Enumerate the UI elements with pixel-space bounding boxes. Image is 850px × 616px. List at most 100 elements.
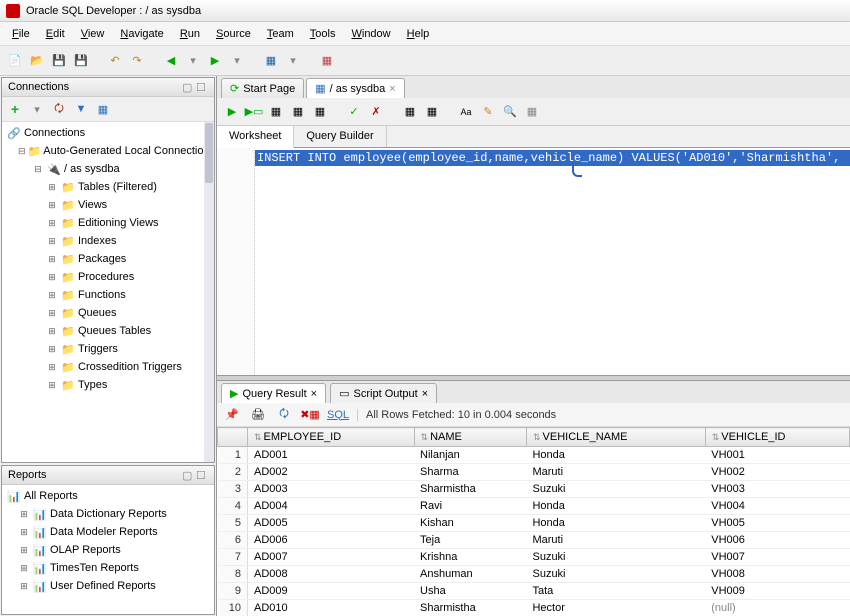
expand-icon[interactable]: ⊞ — [46, 200, 58, 211]
tab-connection[interactable]: ▦ / as sysdba × — [306, 78, 404, 98]
filter-icon[interactable]: ▼ — [72, 100, 90, 118]
result-grid[interactable]: ⇅EMPLOYEE_ID⇅NAME⇅VEHICLE_NAME⇅VEHICLE_I… — [217, 427, 850, 616]
menu-file[interactable]: File — [4, 25, 38, 43]
report-node[interactable]: ⊞📊User Defined Reports — [4, 577, 212, 595]
table-row[interactable]: 10AD010SharmisthaHector(null) — [218, 600, 850, 616]
pin-icon[interactable]: 📌 — [223, 406, 241, 424]
tree-node[interactable]: ⊞📁Types — [4, 376, 212, 394]
commit-icon[interactable]: ✓ — [345, 103, 363, 121]
table-row[interactable]: 5AD005KishanHondaVH005 — [218, 515, 850, 532]
expand-icon[interactable]: ⊞ — [46, 362, 58, 373]
expand-icon[interactable]: ⊞ — [46, 308, 58, 319]
report-node[interactable]: ⊞📊Data Dictionary Reports — [4, 505, 212, 523]
menu-team[interactable]: Team — [259, 25, 302, 43]
autotrace-icon[interactable]: ▦ — [289, 103, 307, 121]
tab-worksheet[interactable]: Worksheet — [217, 126, 294, 148]
column-header[interactable]: ⇅NAME — [414, 428, 526, 447]
minimize-icon[interactable]: ▢ — [182, 81, 194, 93]
explain-plan-icon[interactable]: ▦ — [267, 103, 285, 121]
tree-autogen[interactable]: ⊟ 📁 Auto-Generated Local Connections — [4, 142, 212, 160]
tab-start-page[interactable]: ⟳ Start Page — [221, 78, 304, 98]
expand-icon[interactable]: ⊞ — [46, 218, 58, 229]
column-header[interactable]: ⇅EMPLOYEE_ID — [248, 428, 415, 447]
save-icon[interactable]: 💾 — [50, 52, 68, 70]
dropdown-icon[interactable]: ▾ — [228, 52, 246, 70]
tree-node[interactable]: ⊞📁Triggers — [4, 340, 212, 358]
forward-icon[interactable]: ▶ — [206, 52, 224, 70]
table-row[interactable]: 6AD006TejaMarutiVH006 — [218, 532, 850, 549]
redo-icon[interactable]: ↷ — [128, 52, 146, 70]
report-node[interactable]: ⊞📊Data Modeler Reports — [4, 523, 212, 541]
expand-icon[interactable]: ⊞ — [46, 182, 58, 193]
tree-root[interactable]: 🔗 Connections — [4, 124, 212, 142]
close-icon[interactable]: × — [311, 388, 317, 400]
table-row[interactable]: 3AD003SharmisthaSuzukiVH003 — [218, 481, 850, 498]
tree-node[interactable]: ⊞📁Packages — [4, 250, 212, 268]
collapse-icon[interactable]: ⊟ — [18, 146, 26, 157]
tree-connection[interactable]: ⊟ 🔌 / as sysdba — [4, 160, 212, 178]
clear-icon[interactable]: ▦ — [423, 103, 441, 121]
column-header[interactable]: ⇅VEHICLE_ID — [705, 428, 849, 447]
sql-icon[interactable]: ▦ — [262, 52, 280, 70]
table-row[interactable]: 9AD009UshaTataVH009 — [218, 583, 850, 600]
table-row[interactable]: 8AD008AnshumanSuzukiVH008 — [218, 566, 850, 583]
dropdown-icon[interactable]: ▾ — [184, 52, 202, 70]
close-icon[interactable]: × — [389, 83, 395, 95]
run-script-icon[interactable]: ▶▭ — [245, 103, 263, 121]
sql-text[interactable]: INSERT INTO employee(employee_id,name,ve… — [255, 150, 850, 166]
run-icon[interactable]: ▶ — [223, 103, 241, 121]
unshared-icon[interactable]: ▦ — [401, 103, 419, 121]
tree-node[interactable]: ⊞📁Crossedition Triggers — [4, 358, 212, 376]
tab-query-builder[interactable]: Query Builder — [294, 126, 386, 147]
delete-icon[interactable]: ✖▦ — [301, 406, 319, 424]
tree-node[interactable]: ⊞📁Functions — [4, 286, 212, 304]
format-icon[interactable]: Aa — [457, 103, 475, 121]
collapse-icon[interactable]: ⊟ — [32, 164, 44, 175]
edit-icon[interactable]: ✎ — [479, 103, 497, 121]
tree-node[interactable]: ⊞📁Queues Tables — [4, 322, 212, 340]
open-icon[interactable]: 📂 — [28, 52, 46, 70]
tab-script-output[interactable]: ▭ Script Output × — [330, 383, 437, 403]
expand-icon[interactable]: ⊞ — [18, 527, 30, 538]
table-row[interactable]: 4AD004RaviHondaVH004 — [218, 498, 850, 515]
db-icon[interactable]: ▦ — [318, 52, 336, 70]
reports-tree[interactable]: 📊 All Reports ⊞📊Data Dictionary Reports⊞… — [2, 485, 214, 614]
tree-node[interactable]: ⊞📁Editioning Views — [4, 214, 212, 232]
close-icon[interactable]: ☐ — [196, 469, 208, 481]
sql-label[interactable]: SQL — [327, 409, 349, 421]
tree-node[interactable]: ⊞📁Indexes — [4, 232, 212, 250]
expand-icon[interactable]: ⊞ — [18, 509, 30, 520]
reports-root[interactable]: 📊 All Reports — [4, 487, 212, 505]
new-icon[interactable]: 📄 — [6, 52, 24, 70]
expand-icon[interactable]: ⊞ — [46, 236, 58, 247]
tree-node[interactable]: ⊞📁Tables (Filtered) — [4, 178, 212, 196]
menu-edit[interactable]: Edit — [38, 25, 73, 43]
report-node[interactable]: ⊞📊OLAP Reports — [4, 541, 212, 559]
tree-node[interactable]: ⊞📁Views — [4, 196, 212, 214]
minimize-icon[interactable]: ▢ — [182, 469, 194, 481]
menu-source[interactable]: Source — [208, 25, 259, 43]
menu-run[interactable]: Run — [172, 25, 208, 43]
column-header[interactable]: ⇅VEHICLE_NAME — [526, 428, 705, 447]
close-icon[interactable]: ☐ — [196, 81, 208, 93]
tree-node[interactable]: ⊞📁Queues — [4, 304, 212, 322]
expand-icon[interactable]: ⊞ — [18, 563, 30, 574]
menu-help[interactable]: Help — [399, 25, 438, 43]
dropdown-icon[interactable]: ▾ — [284, 52, 302, 70]
undo-icon[interactable]: ↶ — [106, 52, 124, 70]
table-row[interactable]: 2AD002SharmaMarutiVH002 — [218, 464, 850, 481]
expand-icon[interactable]: ⊞ — [18, 581, 30, 592]
dropdown-icon[interactable]: ▾ — [28, 100, 46, 118]
more-icon[interactable]: ▦ — [523, 103, 541, 121]
expand-icon[interactable]: ⊞ — [46, 290, 58, 301]
find-icon[interactable]: 🔍 — [501, 103, 519, 121]
table-row[interactable]: 7AD007KrishnaSuzukiVH007 — [218, 549, 850, 566]
expand-icon[interactable]: ⊞ — [46, 344, 58, 355]
menu-window[interactable]: Window — [343, 25, 398, 43]
sql-editor[interactable]: INSERT INTO employee(employee_id,name,ve… — [217, 148, 850, 375]
rollback-icon[interactable]: ✗ — [367, 103, 385, 121]
save-all-icon[interactable]: 💾 — [72, 52, 90, 70]
menu-navigate[interactable]: Navigate — [112, 25, 171, 43]
expand-icon[interactable]: ⊞ — [46, 326, 58, 337]
refresh-icon[interactable]: 🗘 — [50, 100, 68, 118]
